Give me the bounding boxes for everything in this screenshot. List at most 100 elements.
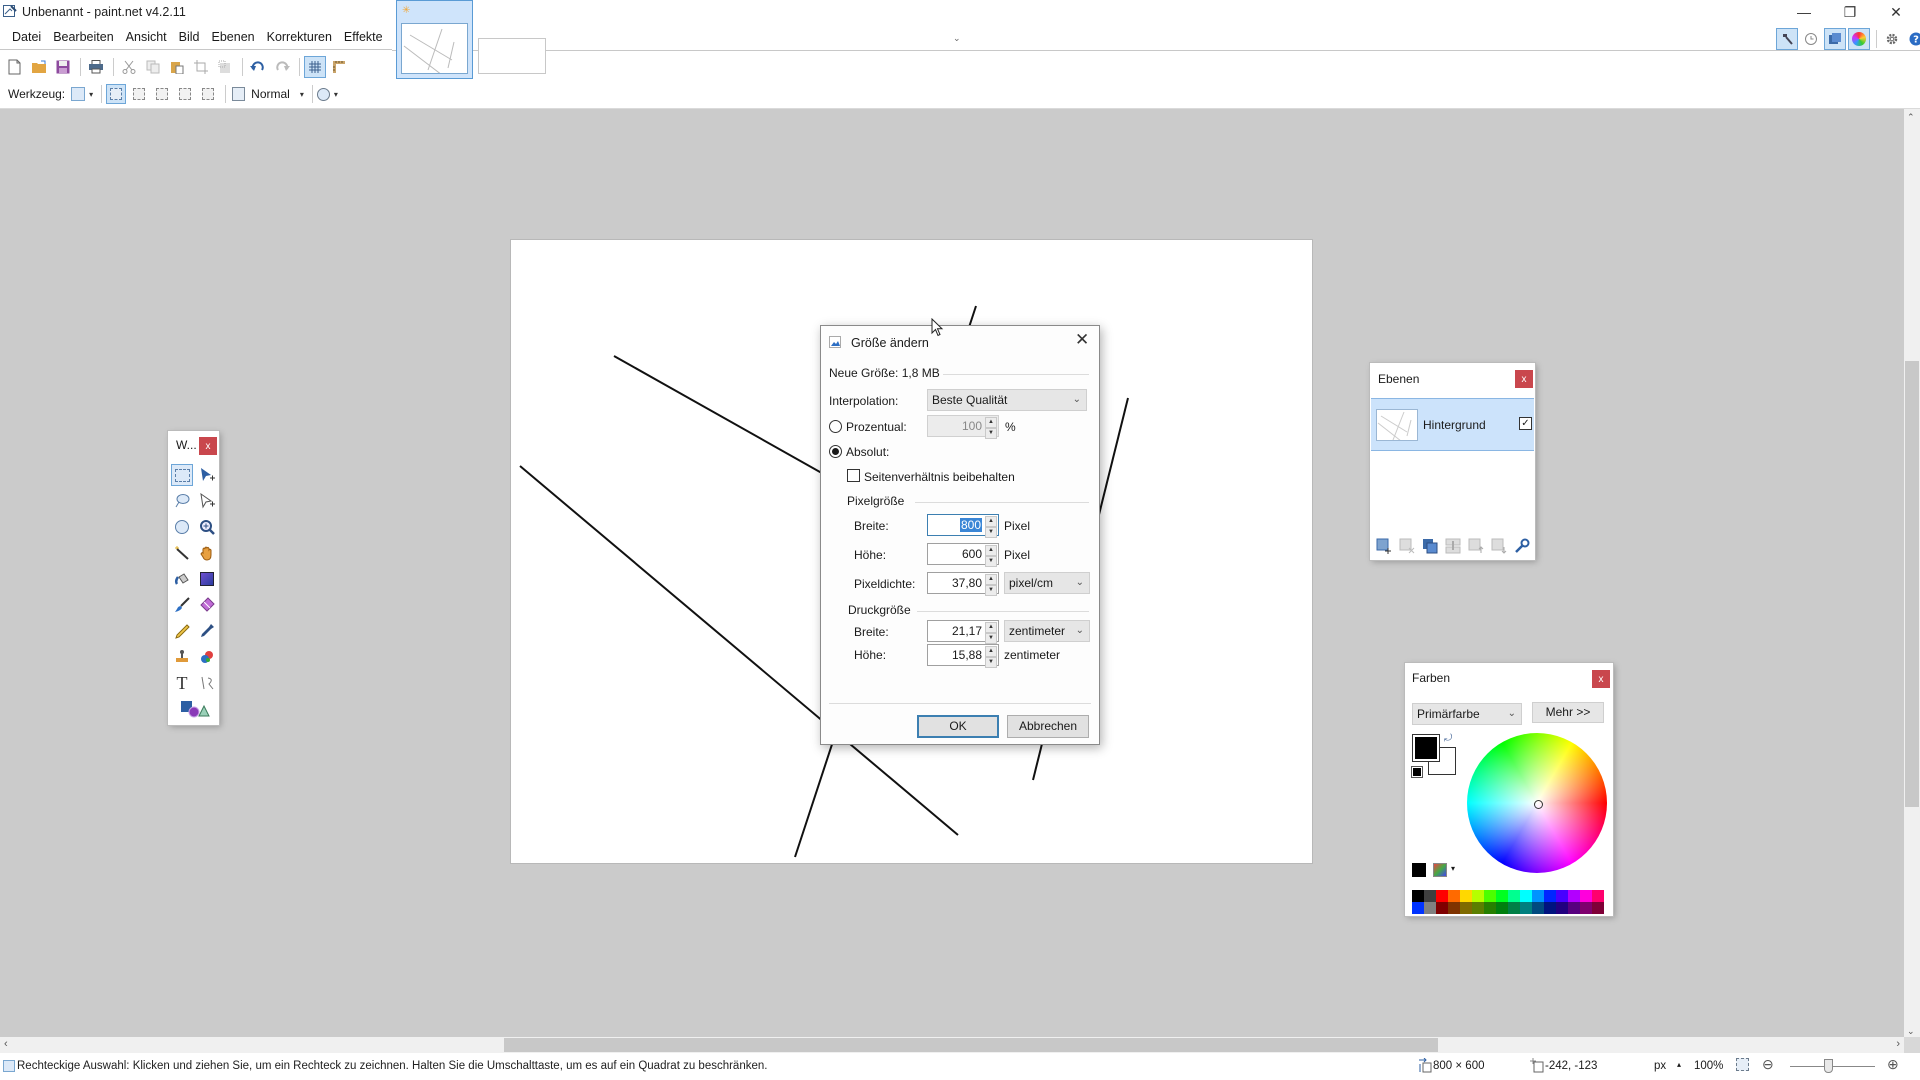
tool-color-picker[interactable] <box>196 620 218 642</box>
print-unit-dropdown[interactable]: zentimeter ⌄ <box>1004 620 1090 642</box>
print-button[interactable] <box>85 56 107 78</box>
palette-swatch[interactable] <box>1532 902 1544 914</box>
palette-swatch[interactable] <box>1484 902 1496 914</box>
cancel-button[interactable]: Abbrechen <box>1007 715 1089 738</box>
scroll-left-icon[interactable]: ‹ <box>4 1038 8 1050</box>
toggle-tools-window-button[interactable] <box>1776 28 1798 50</box>
tool-move-selected-pixels[interactable] <box>196 464 218 486</box>
palette-swatch[interactable] <box>1496 890 1508 902</box>
move-layer-down-button[interactable] <box>1489 537 1509 555</box>
help-button[interactable]: ? <box>1905 28 1920 50</box>
delete-layer-button[interactable] <box>1397 537 1417 555</box>
tool-ellipse-select[interactable] <box>171 516 193 538</box>
palette-swatch[interactable] <box>1484 890 1496 902</box>
toggle-history-window-button[interactable] <box>1800 28 1822 50</box>
tool-line-curve[interactable] <box>196 672 218 694</box>
spinner[interactable]: ▲ ▼ <box>985 646 997 668</box>
print-height-input[interactable]: 15,88 ▲ ▼ <box>927 644 999 668</box>
zoom-level[interactable]: 100% <box>1694 1060 1723 1072</box>
spin-up-icon[interactable]: ▲ <box>985 516 997 527</box>
tool-recolor[interactable] <box>196 646 218 668</box>
move-layer-up-button[interactable] <box>1466 537 1486 555</box>
interpolation-dropdown[interactable]: Beste Qualität ⌄ <box>927 389 1087 411</box>
crop-to-selection-button[interactable] <box>190 56 212 78</box>
pixel-width-input[interactable]: 800 ▲ ▼ <box>927 514 999 538</box>
vertical-scroll-thumb[interactable] <box>1905 361 1919 807</box>
resolution-unit-dropdown[interactable]: pixel/cm ⌄ <box>1004 572 1090 594</box>
close-button[interactable]: ✕ <box>1873 0 1919 24</box>
palette-swatch[interactable] <box>1568 890 1580 902</box>
swap-colors-icon[interactable]: ⤾ <box>1444 733 1452 744</box>
blend-mode-dropdown[interactable]: Normal ▾ <box>232 87 308 101</box>
open-file-button[interactable] <box>28 56 50 78</box>
tools-window-close-button[interactable]: x <box>199 437 217 455</box>
more-colors-button[interactable]: Mehr >> <box>1532 702 1604 723</box>
tool-move-selection[interactable] <box>196 490 218 512</box>
tool-zoom[interactable] <box>196 516 218 538</box>
spin-up-icon[interactable]: ▲ <box>985 622 997 633</box>
color-wheel-marker[interactable] <box>1534 800 1543 809</box>
spin-down-icon[interactable]: ▼ <box>985 633 997 644</box>
spinner[interactable]: ▲ ▼ <box>985 574 997 596</box>
selection-mode-invert[interactable] <box>198 84 218 104</box>
palette-swatch[interactable] <box>1520 902 1532 914</box>
palette-swatch[interactable] <box>1592 902 1604 914</box>
palette-swatch[interactable] <box>1592 890 1604 902</box>
tool-gradient[interactable] <box>196 568 218 590</box>
image-tab-unbenannt[interactable]: ✳ <box>396 0 473 79</box>
palette-swatch[interactable] <box>1520 890 1532 902</box>
antialiasing-dropdown[interactable]: ▾ <box>316 87 342 101</box>
image-tab-empty[interactable] <box>478 38 546 74</box>
settings-button[interactable] <box>1881 28 1903 50</box>
palette-swatch[interactable] <box>1436 902 1448 914</box>
unit-dropdown-icon[interactable]: ▴ <box>1677 1060 1681 1069</box>
menu-ansicht[interactable]: Ansicht <box>120 25 173 49</box>
percent-radio[interactable] <box>829 420 842 433</box>
spin-up-icon[interactable]: ▲ <box>985 574 997 585</box>
spin-down-icon[interactable]: ▼ <box>985 428 997 439</box>
palette-swatch[interactable] <box>1412 890 1424 902</box>
spin-down-icon[interactable]: ▼ <box>985 657 997 668</box>
scroll-right-icon[interactable]: › <box>1896 1038 1900 1050</box>
palette-swatch[interactable] <box>1424 890 1436 902</box>
palette-swatch[interactable] <box>1568 902 1580 914</box>
palette-swatch[interactable] <box>1508 902 1520 914</box>
duplicate-layer-button[interactable] <box>1420 537 1440 555</box>
ok-button[interactable]: OK <box>917 715 999 738</box>
undo-button[interactable] <box>247 56 269 78</box>
palette-swatch[interactable] <box>1580 902 1592 914</box>
selection-mode-exclude[interactable] <box>152 84 172 104</box>
tool-clone-stamp[interactable] <box>171 646 193 668</box>
layer-visibility-checkbox[interactable]: ✓ <box>1519 417 1532 430</box>
palette-swatch[interactable] <box>1556 902 1568 914</box>
spin-up-icon[interactable]: ▲ <box>985 417 997 428</box>
spinner[interactable]: ▲ ▼ <box>985 516 997 538</box>
colors-window-close-button[interactable]: x <box>1592 670 1610 688</box>
palette-swatch[interactable] <box>1508 890 1520 902</box>
zoom-out-icon[interactable]: ⊖ <box>1762 1056 1774 1073</box>
horizontal-scrollbar[interactable]: ‹ › <box>0 1037 1904 1053</box>
spinner[interactable]: ▲ ▼ <box>985 417 997 439</box>
palette-swatch[interactable] <box>1532 890 1544 902</box>
tool-pencil[interactable] <box>171 620 193 642</box>
menu-effekte[interactable]: Effekte <box>338 25 389 49</box>
tool-shapes[interactable] <box>171 698 218 720</box>
scroll-down-icon[interactable]: ⌄ <box>1907 1026 1915 1037</box>
zoom-to-window-icon[interactable] <box>1736 1058 1749 1071</box>
current-tool-selector[interactable]: ▾ <box>71 87 97 101</box>
primary-color-swatch[interactable] <box>1412 734 1440 762</box>
palette-swatch[interactable] <box>1460 902 1472 914</box>
save-button[interactable] <box>52 56 74 78</box>
selection-mode-replace[interactable] <box>106 84 127 104</box>
palette-swatch[interactable] <box>1580 890 1592 902</box>
pixel-height-input[interactable]: 600 ▲ ▼ <box>927 543 999 567</box>
palette-swatch[interactable] <box>1544 902 1556 914</box>
tool-text[interactable]: T <box>171 672 193 694</box>
layers-window-close-button[interactable]: x <box>1515 370 1533 388</box>
layer-item[interactable]: Hintergrund ✓ <box>1371 398 1534 451</box>
selection-mode-union[interactable] <box>129 84 149 104</box>
spin-down-icon[interactable]: ▼ <box>985 527 997 538</box>
minimize-button[interactable]: — <box>1781 0 1827 24</box>
color-target-dropdown[interactable]: Primärfarbe ⌄ <box>1412 703 1522 725</box>
merge-layer-down-button[interactable] <box>1443 537 1463 555</box>
